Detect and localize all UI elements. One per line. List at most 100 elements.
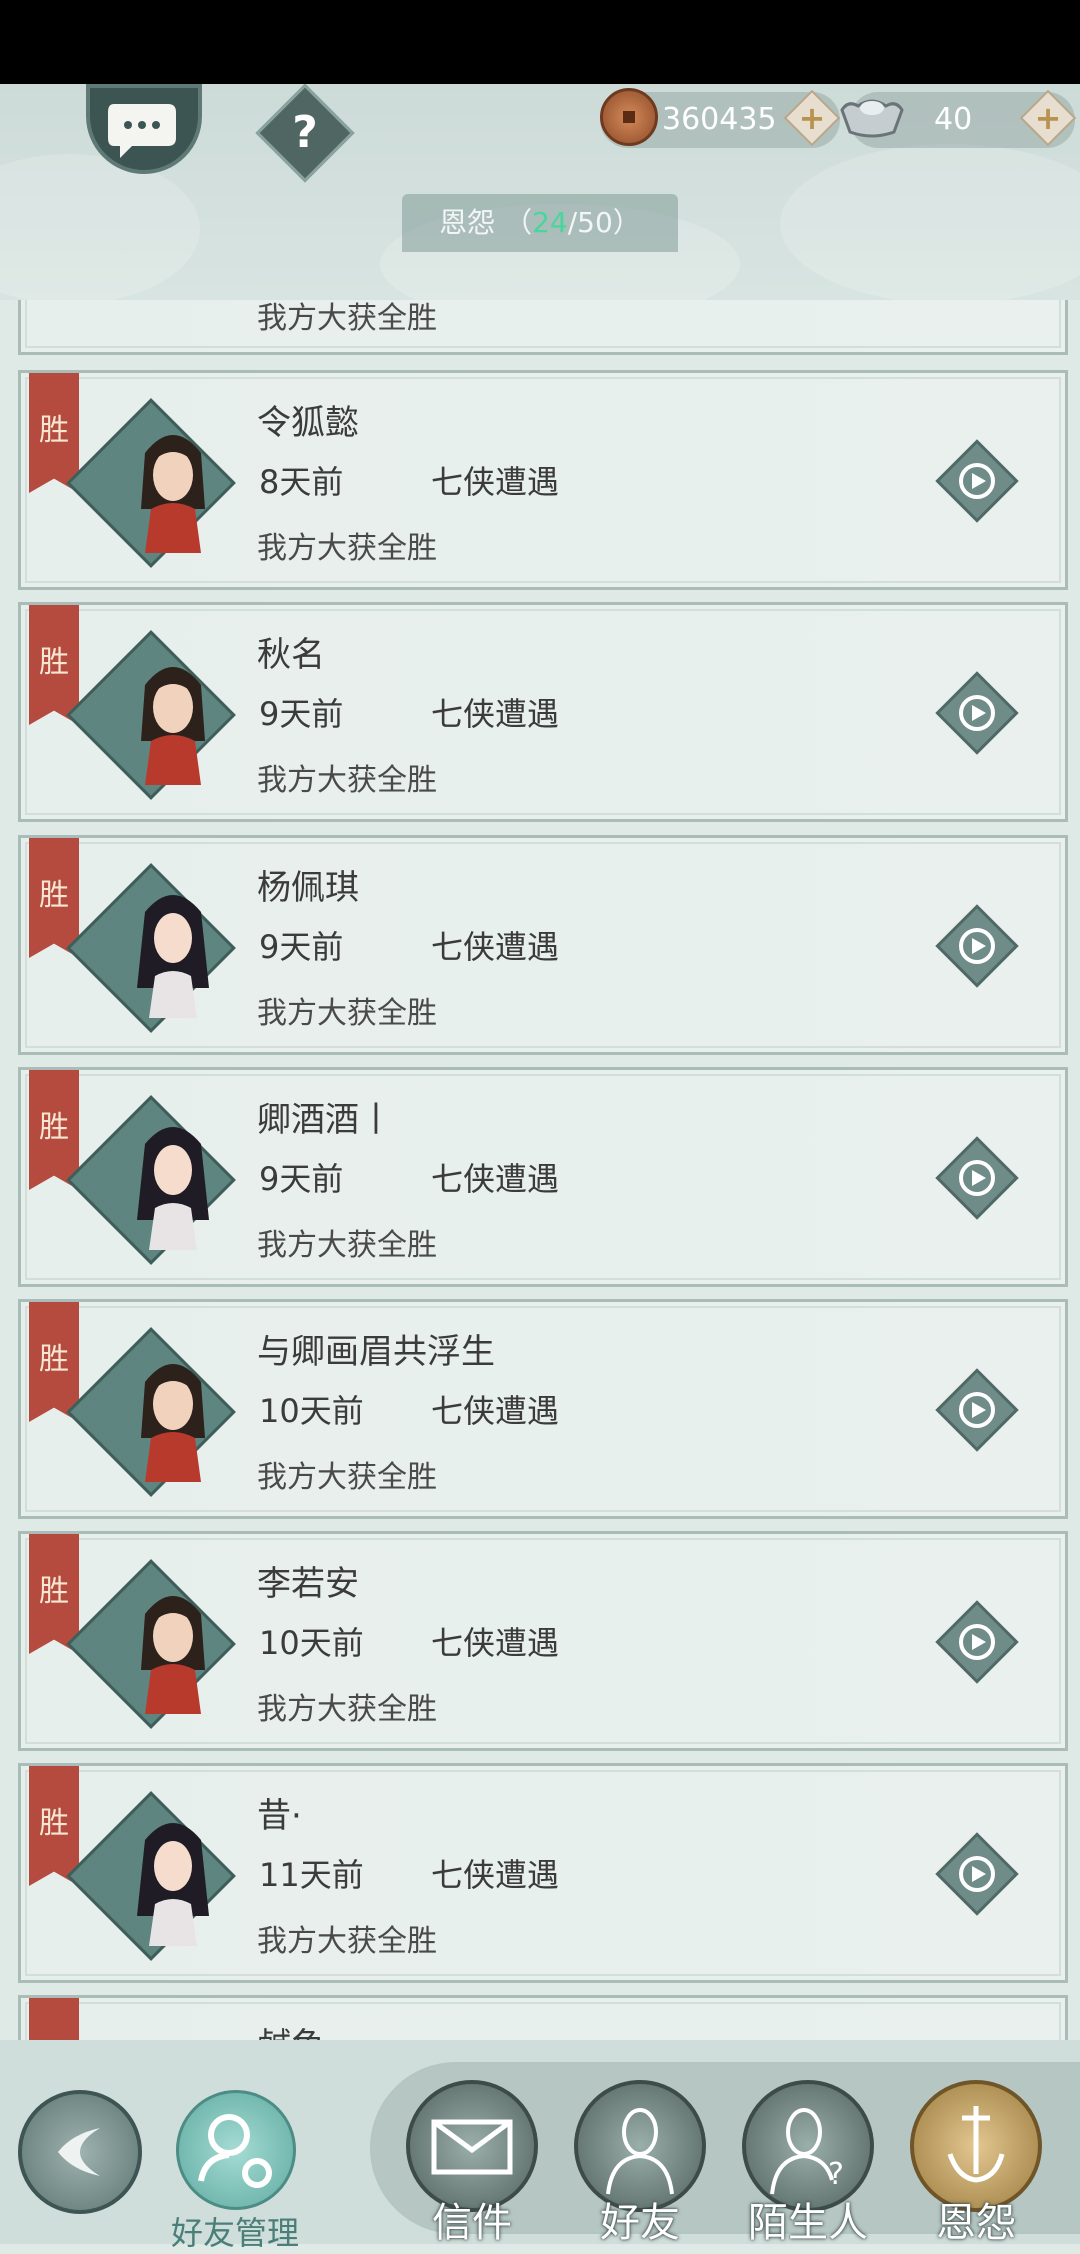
avatar-portrait	[141, 1364, 205, 1482]
replay-button[interactable]	[934, 1135, 1020, 1221]
chat-bubble-icon	[108, 104, 176, 158]
win-tag: 胜	[29, 838, 79, 958]
replay-button[interactable]	[934, 1831, 1020, 1917]
count-total: 50	[577, 206, 613, 239]
record-card: 胜 昔· 11天前 七侠遭遇我方大获全胜	[18, 1763, 1068, 1983]
record-mode: 七侠遭遇	[431, 1160, 560, 1198]
record-time: 9天前	[259, 695, 344, 733]
win-tag: 胜	[29, 605, 79, 725]
avatar-portrait	[141, 435, 205, 553]
win-tag-text: 胜	[39, 645, 69, 680]
copper-value: 360435	[662, 102, 777, 137]
record-name: 杨佩琪	[257, 868, 359, 908]
avatar-portrait	[141, 1596, 205, 1714]
win-tag-text: 胜	[39, 1806, 69, 1841]
record-name: 卿酒酒丨	[257, 1100, 393, 1140]
win-tag: 胜	[29, 1766, 79, 1886]
bottom-nav: 好友管理 信件 好友 ? 陌生人 恩怨	[0, 2040, 1080, 2252]
record-name: 昔·	[257, 1796, 302, 1836]
record-result: 我方大获全胜	[257, 531, 437, 566]
win-tag-text: 胜	[39, 1574, 69, 1609]
silver-ingot-icon	[840, 99, 904, 138]
win-tag-text: 胜	[39, 1110, 69, 1145]
record-name: 鹹鱼	[257, 2018, 325, 2040]
avatar-portrait	[137, 1823, 209, 1946]
replay-button[interactable]	[934, 438, 1020, 524]
cloud-decoration	[780, 144, 1080, 300]
avatar-portrait	[137, 1127, 209, 1250]
tab-mail-label: 信件	[432, 2200, 512, 2246]
copper-currency: 360435 +	[600, 88, 841, 148]
record-time: 11天前	[259, 1856, 364, 1894]
record-mode: 七侠遭遇	[431, 695, 560, 733]
record-mode: 七侠遭遇	[431, 1392, 560, 1430]
friend-manage-icon	[198, 2114, 272, 2188]
tab-strangers-label: 陌生人	[748, 2200, 868, 2246]
win-tag-text: 胜	[39, 1342, 69, 1377]
copper-coin-icon	[600, 88, 658, 146]
win-tag: 胜	[29, 1302, 79, 1422]
record-name: 令狐懿	[257, 403, 359, 443]
record-result: 我方大获全胜	[257, 1692, 437, 1727]
add-silver-button[interactable]: +	[1019, 89, 1077, 147]
record-time: 10天前	[259, 1392, 364, 1430]
friend-manage-button[interactable]	[176, 2090, 296, 2210]
tab-grudges-label: 恩怨	[936, 2200, 1016, 2246]
tab-friends-label: 好友	[600, 2200, 680, 2246]
record-card: 胜 李若安 10天前 七侠遭遇 我方大获全胜	[18, 1531, 1068, 1751]
record-mode: 七侠遭遇	[431, 1624, 560, 1662]
back-arrow-icon	[58, 2128, 100, 2176]
record-card: 胜 秋名 9天前 七侠遭遇我方大获全胜	[18, 602, 1068, 822]
record-mode: 七侠遭遇	[431, 928, 560, 966]
win-tag	[29, 1998, 79, 2040]
record-name: 李若安	[257, 1564, 359, 1604]
win-tag: 胜	[29, 373, 79, 493]
page-title-tab: 恩怨 （24/50）	[402, 194, 678, 252]
svg-text:?: ?	[828, 2157, 844, 2192]
replay-button[interactable]	[934, 903, 1020, 989]
record-list[interactable]: 我方大获全胜 胜令狐懿 8天前 七侠遭遇 我方大获全胜胜秋名 9天前 七侠遭遇 我方大获全胜…	[0, 300, 1080, 2040]
count-open-paren: （	[504, 206, 533, 239]
top-bar: ? 360435 + 40 + 恩怨 （24/50）	[0, 84, 1080, 300]
record-card-partial-top: 我方大获全胜	[18, 300, 1068, 355]
status-bar	[0, 0, 1080, 84]
win-tag: 胜	[29, 1070, 79, 1190]
record-mode: 七侠遭遇	[431, 463, 560, 501]
record-card: 胜 令狐懿 8天前 七侠遭遇我方大获全胜	[18, 370, 1068, 590]
add-copper-button[interactable]: +	[783, 89, 841, 147]
silver-value: 40	[934, 102, 973, 137]
record-result: 我方大获全胜	[257, 763, 437, 798]
count-close-paren: ）	[612, 206, 641, 239]
record-card: 胜 杨佩琪 9天前 七侠遭遇我方大获全胜	[18, 835, 1068, 1055]
record-result: 我方大获全胜	[257, 1228, 437, 1263]
silver-currency: 40 +	[840, 89, 1077, 148]
avatar-portrait	[141, 667, 205, 785]
win-tag: 胜	[29, 1534, 79, 1654]
win-tag-text: 胜	[39, 878, 69, 913]
record-result: 我方大获全胜	[257, 301, 437, 336]
record-time: 9天前	[259, 928, 344, 966]
record-result: 我方大获全胜	[257, 1460, 437, 1495]
record-time: 8天前	[259, 463, 344, 501]
record-time: 9天前	[259, 1160, 344, 1198]
record-card: 胜 与卿画眉共浮生 10天前 七侠遭遇我方大获全胜	[18, 1299, 1068, 1519]
count-separator: /	[567, 206, 578, 239]
cloud-decoration	[0, 154, 200, 300]
count-current: 24	[532, 206, 568, 239]
help-button[interactable]: ?	[255, 84, 355, 183]
avatar-portrait	[137, 895, 209, 1018]
record-card: 胜 卿酒酒丨 9天前 七侠遭遇我方大获全胜	[18, 1067, 1068, 1287]
replay-button[interactable]	[934, 1599, 1020, 1685]
back-button[interactable]	[18, 2090, 142, 2214]
record-name: 秋名	[257, 635, 325, 675]
record-result: 我方大获全胜	[257, 996, 437, 1031]
record-name: 与卿画眉共浮生	[257, 1332, 495, 1372]
page-title: 恩怨	[439, 206, 496, 239]
help-icon: ?	[292, 107, 318, 158]
win-tag-text: 胜	[39, 413, 69, 448]
record-result: 我方大获全胜	[257, 1924, 437, 1959]
replay-button[interactable]	[934, 670, 1020, 756]
record-mode: 七侠遭遇	[431, 1856, 560, 1894]
record-card-partial-bottom: 鹹鱼	[18, 1995, 1068, 2040]
replay-button[interactable]	[934, 1367, 1020, 1453]
